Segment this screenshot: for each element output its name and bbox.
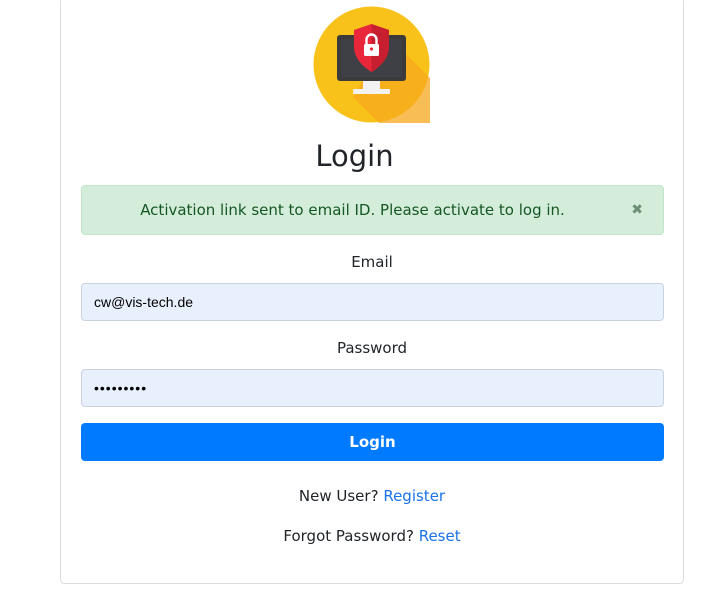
register-prompt: New User? [298,487,379,505]
reset-prompt: Forgot Password? [283,527,414,545]
alert-success: Activation link sent to email ID. Please… [81,185,664,235]
page-title: Login [315,139,394,173]
login-button[interactable]: Login [81,423,664,461]
alert-message: Activation link sent to email ID. Please… [140,201,565,219]
register-line: New User? Register [0,486,709,506]
reset-line: Forgot Password? Reset [0,526,709,546]
reset-link[interactable]: Reset [419,527,461,545]
monitor-lock-icon [313,6,430,123]
email-field[interactable] [81,283,664,321]
close-icon[interactable]: ✖ [631,201,643,219]
password-field[interactable] [81,369,664,407]
register-link[interactable]: Register [383,487,445,505]
password-label: Password [336,339,408,357]
email-label: Email [351,253,393,271]
